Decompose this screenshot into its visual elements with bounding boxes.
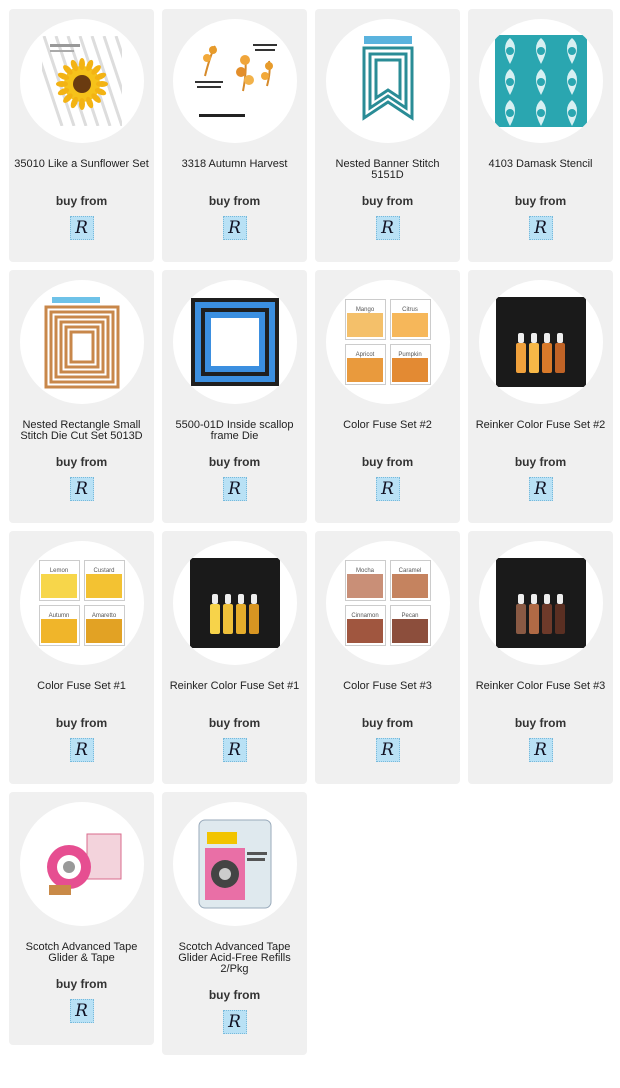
retailer-r-icon: R	[228, 478, 241, 499]
product-image[interactable]	[172, 802, 297, 926]
retailer-logo-link[interactable]: R	[528, 477, 553, 501]
product-card: 4103 Damask Stencil buy from R	[468, 9, 613, 262]
buy-from-label: buy from	[55, 455, 108, 469]
retailer-logo-link[interactable]: R	[375, 216, 400, 240]
retailer-r-icon: R	[228, 1011, 241, 1032]
retailer-logo-link[interactable]: R	[69, 999, 94, 1023]
ink-pad-swatch: Citrus	[389, 299, 431, 340]
product-image[interactable]	[19, 802, 144, 926]
product-card: Reinker Color Fuse Set #2 buy from R	[468, 270, 613, 523]
product-card: Mango Citrus Apricot Pumpkin Color Fuse Set …	[315, 270, 460, 523]
retailer-logo-link[interactable]: R	[222, 1010, 247, 1034]
product-card: Mocha Caramel Cinnamon Pecan Color Fuse Set …	[315, 531, 460, 784]
product-title[interactable]: Color Fuse Set #1	[14, 681, 149, 703]
buy-from-label: buy from	[208, 455, 261, 469]
retailer-r-icon: R	[381, 478, 394, 499]
ink-pad-swatch: Pumpkin	[389, 344, 431, 385]
retailer-r-icon: R	[75, 1000, 88, 1021]
retailer-logo-link[interactable]: R	[528, 738, 553, 762]
retailer-r-icon: R	[75, 739, 88, 760]
retailer-logo-link[interactable]: R	[222, 738, 247, 762]
product-title[interactable]: 3318 Autumn Harvest	[167, 159, 302, 181]
product-card: Nested Rectangle Small Stitch Die Cut Se…	[9, 270, 154, 523]
retailer-logo-link[interactable]: R	[69, 216, 94, 240]
buy-from-label: buy from	[361, 194, 414, 208]
product-image[interactable]	[19, 19, 144, 143]
product-card: Lemon Custard Autumn Amaretto Color Fuse Set…	[9, 531, 154, 784]
buy-from-label: buy from	[361, 716, 414, 730]
buy-from-label: buy from	[55, 716, 108, 730]
product-title[interactable]: Reinker Color Fuse Set #2	[473, 420, 608, 442]
buy-from-label: buy from	[208, 194, 261, 208]
ink-pad-swatch: Custard	[83, 560, 125, 601]
ink-pad-swatch: Apricot	[344, 344, 386, 385]
buy-from-label: buy from	[55, 977, 108, 991]
buy-from-label: buy from	[208, 716, 261, 730]
ink-pad-swatch: Mango	[344, 299, 386, 340]
product-title[interactable]: Color Fuse Set #2	[320, 420, 455, 442]
product-image[interactable]	[478, 280, 603, 404]
product-image[interactable]	[478, 541, 603, 665]
product-image[interactable]: Mango Citrus Apricot Pumpkin	[325, 280, 450, 404]
product-image[interactable]	[172, 541, 297, 665]
product-image[interactable]: Mocha Caramel Cinnamon Pecan	[325, 541, 450, 665]
product-image[interactable]	[19, 280, 144, 404]
ink-pad-swatch: Autumn	[38, 605, 80, 646]
product-title[interactable]: Nested Rectangle Small Stitch Die Cut Se…	[14, 420, 149, 442]
ink-pad-swatch: Pecan	[389, 605, 431, 646]
product-image[interactable]	[172, 19, 297, 143]
product-card: Scotch Advanced Tape Glider Acid-Free Re…	[162, 792, 307, 1055]
buy-from-label: buy from	[514, 716, 567, 730]
retailer-r-icon: R	[75, 478, 88, 499]
product-title[interactable]: Color Fuse Set #3	[320, 681, 455, 703]
product-title[interactable]: Scotch Advanced Tape Glider & Tape	[14, 942, 149, 964]
retailer-r-icon: R	[534, 739, 547, 760]
product-card: Reinker Color Fuse Set #3 buy from R	[468, 531, 613, 784]
retailer-r-icon: R	[534, 478, 547, 499]
product-image[interactable]: Lemon Custard Autumn Amaretto	[19, 541, 144, 665]
retailer-r-icon: R	[534, 217, 547, 238]
product-title[interactable]: Nested Banner Stitch 5151D	[320, 159, 455, 181]
product-card: Nested Banner Stitch 5151D buy from R	[315, 9, 460, 262]
product-card: Reinker Color Fuse Set #1 buy from R	[162, 531, 307, 784]
product-title[interactable]: Reinker Color Fuse Set #3	[473, 681, 608, 703]
ink-pad-swatch: Caramel	[389, 560, 431, 601]
buy-from-label: buy from	[208, 988, 261, 1002]
product-card: 3318 Autumn Harvest buy from R	[162, 9, 307, 262]
retailer-logo-link[interactable]: R	[375, 738, 400, 762]
ink-pad-swatch: Cinnamon	[344, 605, 386, 646]
retailer-r-icon: R	[228, 739, 241, 760]
ink-pad-swatch: Mocha	[344, 560, 386, 601]
product-title[interactable]: Scotch Advanced Tape Glider Acid-Free Re…	[167, 942, 302, 975]
product-title[interactable]: 35010 Like a Sunflower Set	[14, 159, 149, 181]
retailer-logo-link[interactable]: R	[69, 477, 94, 501]
product-image[interactable]	[172, 280, 297, 404]
retailer-r-icon: R	[228, 217, 241, 238]
product-title[interactable]: 5500-01D Inside scallop frame Die	[167, 420, 302, 442]
retailer-logo-link[interactable]: R	[222, 216, 247, 240]
buy-from-label: buy from	[361, 455, 414, 469]
product-title[interactable]: Reinker Color Fuse Set #1	[167, 681, 302, 703]
product-grid: 35010 Like a Sunflower Set buy from R 3318…	[9, 9, 613, 1055]
product-card: Scotch Advanced Tape Glider & Tape buy fr…	[9, 792, 154, 1045]
product-image[interactable]	[325, 19, 450, 143]
buy-from-label: buy from	[514, 455, 567, 469]
product-card: 5500-01D Inside scallop frame Die buy fro…	[162, 270, 307, 523]
product-card: 35010 Like a Sunflower Set buy from R	[9, 9, 154, 262]
ink-pad-swatch: Amaretto	[83, 605, 125, 646]
retailer-r-icon: R	[381, 739, 394, 760]
product-title[interactable]: 4103 Damask Stencil	[473, 159, 608, 181]
retailer-r-icon: R	[75, 217, 88, 238]
retailer-logo-link[interactable]: R	[528, 216, 553, 240]
retailer-r-icon: R	[381, 217, 394, 238]
retailer-logo-link[interactable]: R	[222, 477, 247, 501]
buy-from-label: buy from	[55, 194, 108, 208]
retailer-logo-link[interactable]: R	[375, 477, 400, 501]
ink-pad-swatch: Lemon	[38, 560, 80, 601]
buy-from-label: buy from	[514, 194, 567, 208]
product-image[interactable]	[478, 19, 603, 143]
retailer-logo-link[interactable]: R	[69, 738, 94, 762]
